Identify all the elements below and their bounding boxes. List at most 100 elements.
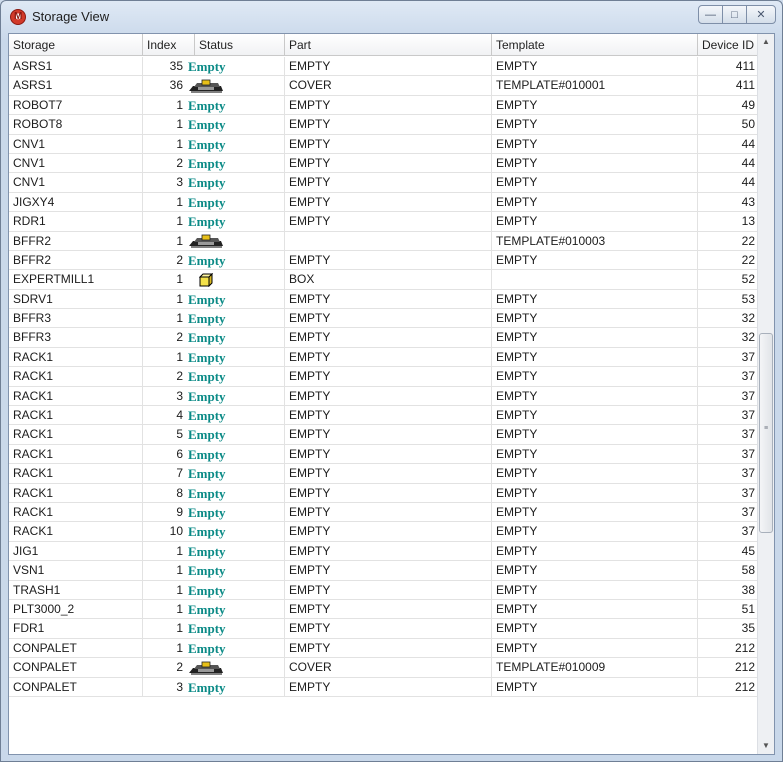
- device-id-cell: 37: [698, 483, 759, 503]
- status-cell: Empty: [186, 347, 285, 368]
- index-cell: 1: [143, 619, 186, 639]
- column-header-storage[interactable]: Storage: [9, 34, 143, 56]
- table-row[interactable]: RACK1 3 Empty EMPTY EMPTY 37: [9, 386, 759, 407]
- table-row[interactable]: CONPALET 3 Empty EMPTY EMPTY 212: [9, 677, 759, 697]
- status-empty-label: Empty: [188, 97, 226, 113]
- table-row[interactable]: JIGXY4 1 Empty EMPTY EMPTY 43: [9, 192, 759, 213]
- table-row[interactable]: RACK1 1 Empty EMPTY EMPTY 37: [9, 347, 759, 368]
- app-logo-icon[interactable]: M: [10, 9, 26, 25]
- device-id-cell: 37: [698, 522, 759, 542]
- status-empty-label: Empty: [188, 524, 226, 540]
- index-cell: 1: [143, 115, 186, 135]
- index-cell: 1: [143, 600, 186, 620]
- table-row[interactable]: CONPALET 1 Empty EMPTY EMPTY 212: [9, 638, 759, 659]
- table-row[interactable]: RACK1 7 Empty EMPTY EMPTY 37: [9, 464, 759, 484]
- table-row[interactable]: CNV1 3 Empty EMPTY EMPTY 44: [9, 173, 759, 193]
- column-header-part[interactable]: Part: [285, 34, 492, 56]
- table-row[interactable]: RACK1 9 Empty EMPTY EMPTY 37: [9, 502, 759, 523]
- status-empty-label: Empty: [188, 601, 226, 617]
- device-id-cell: 53: [698, 289, 759, 310]
- template-cell: EMPTY: [492, 502, 698, 523]
- part-cell: EMPTY: [285, 677, 492, 697]
- device-id-cell: 37: [698, 386, 759, 407]
- table-row[interactable]: CNV1 2 Empty EMPTY EMPTY 44: [9, 153, 759, 174]
- column-header-index[interactable]: Index: [143, 34, 195, 56]
- status-empty-label: Empty: [188, 349, 226, 365]
- status-empty-label: Empty: [188, 408, 226, 424]
- status-empty-label: Empty: [188, 59, 226, 74]
- status-empty-label: Empty: [188, 311, 226, 327]
- part-cell: EMPTY: [285, 522, 492, 542]
- table-row[interactable]: FDR1 1 Empty EMPTY EMPTY 35: [9, 619, 759, 639]
- table-row[interactable]: RDR1 1 Empty EMPTY EMPTY 13: [9, 212, 759, 232]
- template-cell: EMPTY: [492, 192, 698, 213]
- storage-cell: RACK1: [9, 502, 143, 523]
- status-empty-label: Empty: [188, 214, 226, 230]
- device-id-cell: 37: [698, 464, 759, 484]
- vertical-scrollbar[interactable]: ▲ ≡ ▼: [757, 34, 774, 754]
- template-cell: EMPTY: [492, 599, 698, 620]
- template-cell: TEMPLATE#010003: [492, 231, 698, 251]
- table-row[interactable]: ASRS1 35 Empty EMPTY EMPTY 411: [9, 57, 759, 77]
- table-row[interactable]: RACK1 10 Empty EMPTY EMPTY 37: [9, 522, 759, 542]
- storage-cell: RACK1: [9, 444, 143, 465]
- status-cell: Empty: [186, 95, 285, 116]
- status-empty-label: Empty: [188, 466, 226, 482]
- table-row[interactable]: RACK1 2 Empty EMPTY EMPTY 37: [9, 367, 759, 387]
- column-header-template[interactable]: Template: [492, 34, 698, 56]
- index-cell: 3: [143, 173, 186, 193]
- scroll-down-arrow-icon[interactable]: ▼: [758, 738, 774, 754]
- grip-icon: ≡: [764, 425, 769, 432]
- minimize-button[interactable]: —: [698, 5, 723, 24]
- template-cell: EMPTY: [492, 619, 698, 639]
- status-empty-label: Empty: [188, 136, 226, 152]
- table-row[interactable]: EXPERTMILL1 1 BOX 52: [9, 270, 759, 290]
- template-cell: EMPTY: [492, 580, 698, 600]
- table-row[interactable]: SDRV1 1 Empty EMPTY EMPTY 53: [9, 289, 759, 310]
- storage-cell: CNV1: [9, 134, 143, 154]
- table-row[interactable]: TRASH1 1 Empty EMPTY EMPTY 38: [9, 580, 759, 600]
- storage-cell: ROBOT7: [9, 95, 143, 116]
- table-row[interactable]: RACK1 5 Empty EMPTY EMPTY 37: [9, 425, 759, 445]
- column-header-status[interactable]: Status: [195, 34, 285, 56]
- table-row[interactable]: BFFR3 1 Empty EMPTY EMPTY 32: [9, 309, 759, 329]
- table-row[interactable]: RACK1 4 Empty EMPTY EMPTY 37: [9, 406, 759, 426]
- table-row[interactable]: ROBOT8 1 Empty EMPTY EMPTY 50: [9, 115, 759, 135]
- table-row[interactable]: PLT3000_2 1 Empty EMPTY EMPTY 51: [9, 599, 759, 620]
- column-header-device-id[interactable]: Device ID: [698, 34, 759, 56]
- table-row[interactable]: RACK1 6 Empty EMPTY EMPTY 37: [9, 444, 759, 465]
- template-cell: EMPTY: [492, 212, 698, 232]
- part-cell: EMPTY: [285, 115, 492, 135]
- table-row[interactable]: CONPALET 2 COVER TEMPLATE#010009 212: [9, 658, 759, 678]
- window-title: Storage View: [32, 9, 110, 24]
- storage-cell: BFFR3: [9, 309, 143, 329]
- index-cell: 7: [143, 464, 186, 484]
- scrollbar-thumb[interactable]: ≡: [759, 333, 773, 533]
- maximize-button[interactable]: □: [722, 5, 747, 24]
- table-row[interactable]: ASRS1 36 COVER TEMPLATE#010001 411: [9, 76, 759, 96]
- template-cell: EMPTY: [492, 347, 698, 368]
- template-cell: EMPTY: [492, 483, 698, 503]
- index-cell: 2: [143, 251, 186, 271]
- title-bar[interactable]: M Storage View — □ ✕: [1, 1, 782, 35]
- table-row[interactable]: CNV1 1 Empty EMPTY EMPTY 44: [9, 134, 759, 154]
- template-cell: EMPTY: [492, 522, 698, 542]
- table-row[interactable]: BFFR2 1 TEMPLATE#010003 22: [9, 231, 759, 251]
- template-cell: EMPTY: [492, 406, 698, 426]
- storage-cell: JIGXY4: [9, 192, 143, 213]
- table-row[interactable]: JIG1 1 Empty EMPTY EMPTY 45: [9, 541, 759, 562]
- table-row[interactable]: VSN1 1 Empty EMPTY EMPTY 58: [9, 561, 759, 581]
- status-empty-label: Empty: [188, 427, 226, 443]
- part-cell: EMPTY: [285, 406, 492, 426]
- scroll-up-arrow-icon[interactable]: ▲: [758, 34, 774, 50]
- table-row[interactable]: BFFR2 2 Empty EMPTY EMPTY 22: [9, 250, 759, 271]
- table-row[interactable]: BFFR3 2 Empty EMPTY EMPTY 32: [9, 328, 759, 348]
- index-cell: 6: [143, 445, 186, 465]
- table-row[interactable]: RACK1 8 Empty EMPTY EMPTY 37: [9, 483, 759, 503]
- index-cell: 1: [143, 542, 186, 562]
- device-id-cell: 37: [698, 444, 759, 465]
- status-cell: [186, 270, 285, 290]
- table-row[interactable]: ROBOT7 1 Empty EMPTY EMPTY 49: [9, 95, 759, 116]
- close-button[interactable]: ✕: [746, 5, 776, 24]
- device-id-cell: 37: [698, 367, 759, 387]
